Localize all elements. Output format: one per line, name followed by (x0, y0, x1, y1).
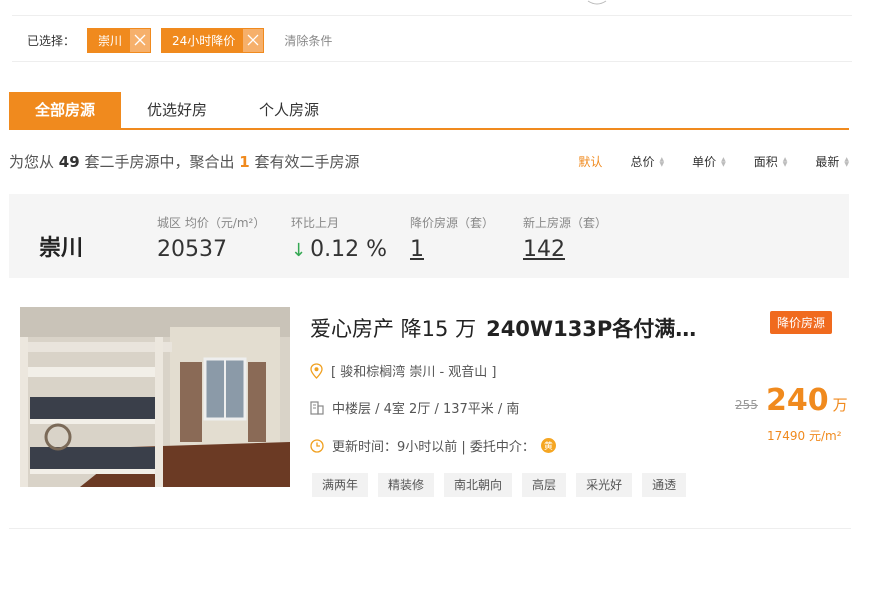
filter-label: 已选择： (27, 33, 76, 48)
summary-matched: 1 (239, 153, 250, 171)
building-icon (310, 400, 324, 415)
stat-value-link[interactable]: 1 (410, 237, 494, 262)
chip-label: 崇川 (98, 33, 123, 48)
location-text[interactable]: [ 骏和棕榈湾 崇川 - 观音山 ] (331, 361, 497, 380)
tab-featured[interactable]: 优选好房 (121, 92, 233, 129)
stat-label: 城区 均价（元/m²） (157, 216, 266, 230)
tag: 精装修 (378, 473, 435, 497)
clock-icon (310, 438, 324, 453)
stat-value: 20537 (157, 237, 227, 262)
sort-label: 单价 (692, 155, 717, 169)
sort-unit-price[interactable]: 单价 ▲ ▼ (692, 153, 726, 170)
tab-all-listings[interactable]: 全部房源 (9, 92, 122, 129)
updated-text: 更新时间：9小时以前 | 委托中介： (332, 440, 535, 455)
stat-avg-price: 城区 均价（元/m²） 20537 (157, 214, 265, 262)
original-price: 255 (735, 398, 758, 412)
sort-total-price[interactable]: 总价 ▲ ▼ (630, 153, 664, 170)
total-price: 240 万 (766, 383, 848, 418)
sort-area[interactable]: 面积 ▲ ▼ (754, 153, 788, 170)
tag: 满两年 (312, 473, 369, 497)
listing-title[interactable]: 爱心房产 降15 万 240W133P各付满… (310, 313, 696, 343)
unit-price: 17490 元/m² (767, 429, 842, 443)
sort-newest[interactable]: 最新 ▲ ▼ (815, 153, 849, 170)
filter-divider (12, 61, 852, 62)
listing-card[interactable]: 爱心房产 降15 万 240W133P各付满… 降价房源 [ 骏和棕榈湾 崇川 -… (20, 307, 850, 497)
clear-filters-link[interactable]: 清除条件 (284, 32, 332, 49)
stat-label: 新上房源（套） (523, 216, 608, 230)
agent-badge-icon[interactable]: 黄 (540, 438, 556, 453)
sort-label: 默认 (578, 155, 603, 169)
bottom-divider (9, 528, 851, 529)
close-icon[interactable] (130, 28, 151, 52)
filter-bar: 已选择： 崇川 24小时降价 清除条件 (27, 27, 332, 53)
filter-chip-price-drop[interactable]: 24小时降价 (161, 27, 265, 53)
arrow-down-icon: ↓ (291, 240, 307, 261)
summary-total: 49 (58, 153, 80, 171)
stats-city: 崇川 (39, 236, 84, 261)
close-icon[interactable] (243, 28, 264, 52)
sort-arrows-icon: ▲ ▼ (659, 155, 665, 168)
stat-value-link[interactable]: 142 (523, 237, 607, 262)
listing-photo[interactable] (20, 307, 290, 487)
sort-default[interactable]: 默认 (578, 153, 602, 170)
top-divider (12, 15, 852, 16)
stat-value: 0.12 % (310, 237, 387, 262)
listing-updated: 更新时间：9小时以前 | 委托中介： 黄 (310, 436, 556, 455)
summary-prefix: 为您从 (9, 153, 55, 171)
listing-location: [ 骏和棕榈湾 崇川 - 观音山 ] (310, 361, 497, 380)
stat-price-drop[interactable]: 降价房源（套） 1 (410, 214, 494, 262)
title-bold: 240W133P各付满… (486, 317, 697, 341)
market-stats-panel: 崇川 城区 均价（元/m²） 20537 环比上月 ↓ 0.12 % 降价房源（套… (9, 194, 849, 278)
listing-tags: 满两年 精装修 南北朝向 高层 采光好 通透 (312, 473, 696, 497)
logo-fragment-icon (587, 0, 607, 5)
filter-chip-chongchuan[interactable]: 崇川 (87, 27, 152, 53)
listing-layout: 中楼层 / 4室 2厅 / 137平米 / 南 (310, 398, 519, 417)
price-unit: 万 (832, 396, 848, 414)
stat-new-listings[interactable]: 新上房源（套） 142 (523, 214, 607, 262)
listing-tabs: 全部房源 优选好房 个人房源 (9, 92, 345, 129)
stat-value-row: ↓ 0.12 % (291, 237, 387, 262)
sort-label: 最新 (815, 155, 840, 169)
sort-label: 总价 (630, 155, 655, 169)
tag: 南北朝向 (444, 473, 513, 497)
sort-bar: 默认 总价 ▲ ▼ 单价 ▲ ▼ 面积 ▲ ▼ 最新 ▲ ▼ (550, 153, 849, 170)
tab-personal[interactable]: 个人房源 (233, 92, 345, 129)
stat-mom: 环比上月 ↓ 0.12 % (291, 214, 387, 262)
location-pin-icon (310, 362, 323, 379)
sort-label: 面积 (753, 155, 778, 169)
chip-label: 24小时降价 (172, 33, 236, 48)
sort-arrows-icon: ▲ ▼ (721, 155, 726, 168)
tag: 采光好 (576, 473, 633, 497)
tab-underline (9, 128, 849, 130)
sort-arrows-icon: ▲ ▼ (782, 155, 788, 168)
sort-arrows-icon: ▲ ▼ (844, 155, 849, 168)
title-main: 爱心房产 降15 万 (310, 317, 477, 341)
price-value: 240 (766, 383, 829, 418)
summary-middle: 套二手房源中，聚合出 (84, 153, 235, 171)
layout-text: 中楼层 / 4室 2厅 / 137平米 / 南 (332, 402, 520, 417)
price-drop-badge: 降价房源 (770, 311, 833, 334)
tag: 高层 (522, 473, 567, 497)
stat-label: 降价房源（套） (410, 216, 495, 230)
tag: 通透 (642, 473, 687, 497)
summary-suffix: 套有效二手房源 (254, 153, 360, 171)
stat-label: 环比上月 (291, 216, 340, 230)
result-summary: 为您从 49 套二手房源中，聚合出 1 套有效二手房源 (9, 151, 359, 172)
